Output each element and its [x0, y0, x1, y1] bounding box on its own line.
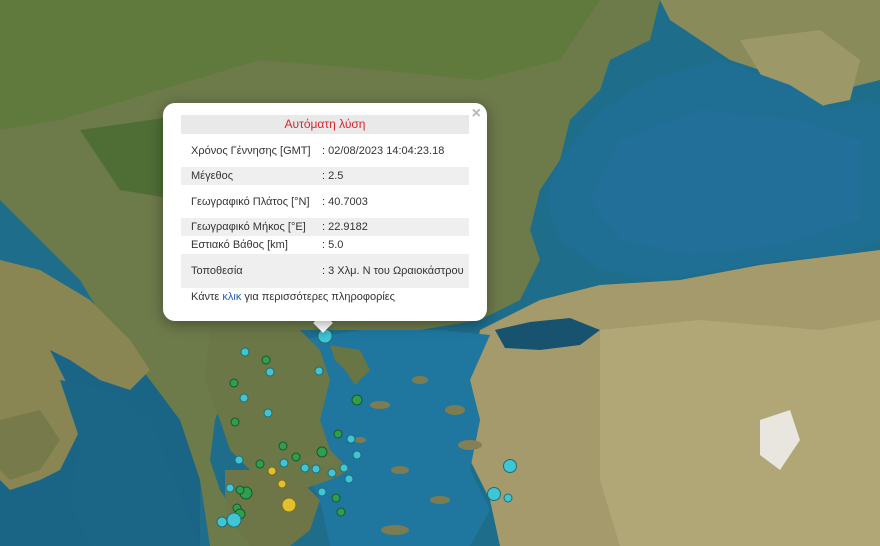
earthquake-marker[interactable]: [281, 497, 297, 513]
more-info-text: Κάντε κλικ για περισσότερες πληροφορίες: [191, 291, 395, 303]
earthquake-marker[interactable]: [265, 367, 275, 377]
earthquake-marker[interactable]: [346, 434, 356, 444]
earthquake-marker[interactable]: [263, 408, 273, 418]
more-info-prefix: Κάντε: [191, 291, 223, 303]
earthquake-marker[interactable]: [351, 394, 363, 406]
depth-value: : 5.0: [322, 239, 344, 251]
earthquake-marker[interactable]: [235, 485, 245, 495]
earthquake-info-popup: × Αυτόματη λύση Χρόνος Γέννησης [GMT] : …: [163, 103, 487, 321]
more-info-suffix: για περισσότερες πληροφορίες: [241, 291, 395, 303]
earthquake-details-table: Χρόνος Γέννησης [GMT] : 02/08/2023 14:04…: [181, 135, 469, 288]
earthquake-marker[interactable]: [336, 507, 346, 517]
earthquake-marker[interactable]: [277, 479, 287, 489]
table-row: Γεωγραφικό Μήκος [°E] : 22.9182: [181, 218, 469, 236]
earthquake-marker[interactable]: [225, 483, 235, 493]
map-view[interactable]: × Αυτόματη λύση Χρόνος Γέννησης [GMT] : …: [0, 0, 880, 546]
table-row: Μέγεθος : 2.5: [181, 167, 469, 185]
close-icon[interactable]: ×: [472, 106, 481, 122]
earthquake-marker[interactable]: [291, 452, 301, 462]
earthquake-marker[interactable]: [226, 512, 242, 528]
longitude-value: : 22.9182: [312, 218, 469, 236]
earthquake-marker[interactable]: [316, 446, 328, 458]
magnitude-value: : 2.5: [312, 167, 469, 185]
latitude-value: : 40.7003: [322, 195, 368, 208]
earthquake-marker[interactable]: [487, 487, 501, 501]
earthquake-marker[interactable]: [503, 459, 517, 473]
earthquake-marker[interactable]: [239, 393, 249, 403]
earthquake-marker[interactable]: [278, 441, 288, 451]
earthquake-marker[interactable]: [240, 347, 250, 357]
earthquake-marker[interactable]: [300, 463, 310, 473]
earthquake-marker[interactable]: [317, 487, 327, 497]
longitude-label: Γεωγραφικό Μήκος [°E]: [181, 218, 312, 236]
earthquake-marker[interactable]: [261, 355, 271, 365]
location-value: : 3 Χλμ. Ν του Ωραιοκάστρου: [312, 254, 469, 288]
table-row: Γεωγραφικό Πλάτος [°N] : 40.7003: [181, 185, 469, 218]
earthquake-marker[interactable]: [279, 458, 289, 468]
earthquake-marker[interactable]: [352, 450, 362, 460]
earthquake-marker[interactable]: [333, 429, 343, 439]
earthquake-marker[interactable]: [255, 459, 265, 469]
earthquake-marker[interactable]: [327, 468, 337, 478]
more-info-link[interactable]: κλικ: [222, 291, 241, 303]
earthquake-marker[interactable]: [331, 493, 341, 503]
magnitude-label: Μέγεθος: [181, 167, 312, 185]
earthquake-marker[interactable]: [344, 474, 354, 484]
depth-label: Εστιακό Βάθος [km]: [191, 239, 288, 251]
popup-title: Αυτόματη λύση: [181, 115, 469, 134]
latitude-label: Γεωγραφικό Πλάτος [°N]: [191, 195, 310, 208]
earthquake-marker[interactable]: [230, 417, 240, 427]
earthquake-marker[interactable]: [234, 455, 244, 465]
earthquake-marker[interactable]: [503, 493, 513, 503]
earthquake-marker[interactable]: [314, 366, 324, 376]
table-row: Χρόνος Γέννησης [GMT] : 02/08/2023 14:04…: [181, 135, 469, 167]
location-label: Τοποθεσία: [181, 254, 312, 288]
earthquake-marker[interactable]: [229, 378, 239, 388]
origin-time-label: Χρόνος Γέννησης [GMT]: [191, 145, 311, 157]
earthquake-marker[interactable]: [311, 464, 321, 474]
earthquake-marker[interactable]: [339, 463, 349, 473]
origin-time-value: : 02/08/2023 14:04:23.18: [322, 145, 445, 157]
earthquake-marker[interactable]: [267, 466, 277, 476]
table-row: Εστιακό Βάθος [km] : 5.0: [181, 236, 469, 254]
table-row: Τοποθεσία : 3 Χλμ. Ν του Ωραιοκάστρου: [181, 254, 469, 288]
